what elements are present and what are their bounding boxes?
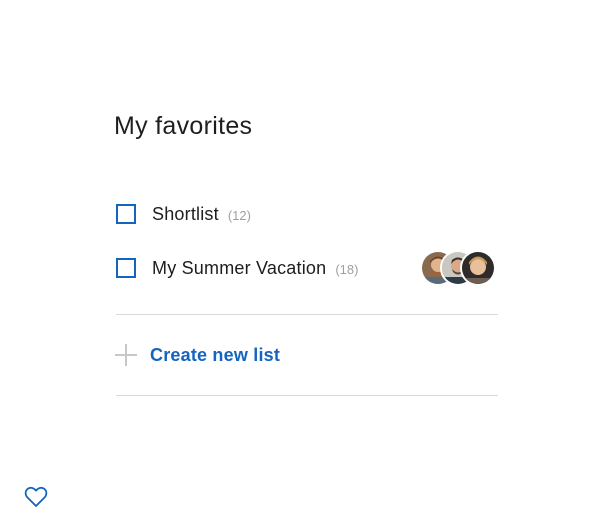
create-new-list-label: Create new list — [150, 344, 281, 365]
list-count: (18) — [335, 261, 359, 277]
list-name: Shortlist — [152, 203, 219, 224]
list-checkbox[interactable] — [116, 204, 136, 224]
plus-icon — [115, 344, 137, 366]
divider — [116, 314, 498, 315]
list-item-summer-vacation[interactable]: My Summer Vacation (18) — [116, 249, 498, 287]
list-name: My Summer Vacation — [152, 257, 327, 278]
divider — [116, 395, 498, 396]
create-new-list-button[interactable]: Create new list — [115, 344, 280, 366]
heart-icon[interactable] — [24, 486, 48, 508]
list-checkbox[interactable] — [116, 258, 136, 278]
list-count: (12) — [227, 207, 251, 223]
collaborator-avatars[interactable] — [420, 250, 496, 286]
list-item-shortlist[interactable]: Shortlist (12) — [116, 195, 498, 233]
page-title: My favorites — [114, 112, 253, 140]
favorites-list: Shortlist (12) My Summer Vacation (18) — [116, 195, 498, 303]
avatar — [460, 250, 496, 286]
favorites-panel: My favorites Shortlist (12) My Summer Va… — [0, 0, 613, 523]
